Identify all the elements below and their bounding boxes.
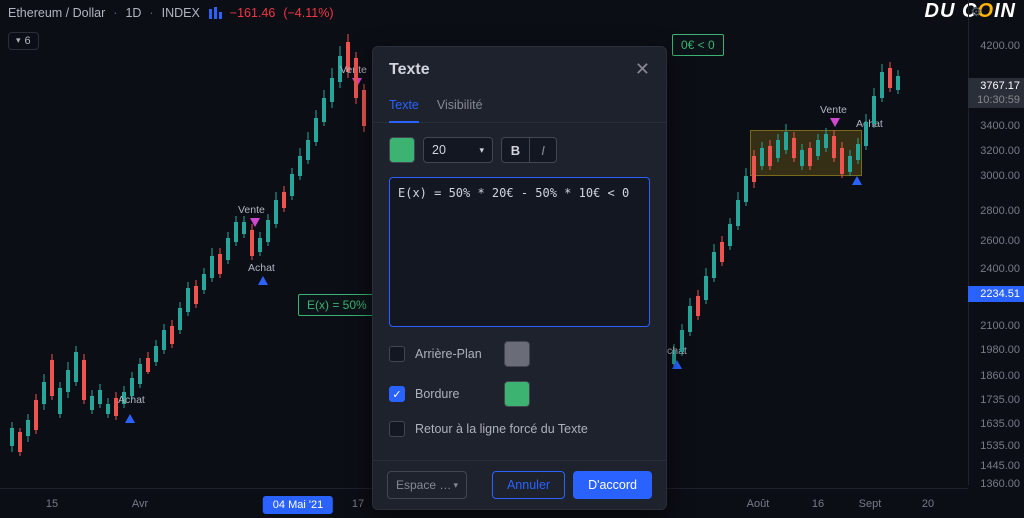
- y-tick: 3400.00: [980, 120, 1020, 132]
- y-tick: 2400.00: [980, 263, 1020, 275]
- y-tick: 1360.00: [980, 478, 1020, 490]
- chevron-down-icon: ▾: [453, 480, 458, 491]
- chevron-down-icon: ▾: [479, 145, 484, 156]
- y-tick: 2800.00: [980, 205, 1020, 217]
- wrap-label: Retour à la ligne forcé du Texte: [415, 422, 588, 436]
- dialog-footer: Espace … ▾ Annuler D'accord: [373, 460, 666, 509]
- tab-visibility[interactable]: Visibilité: [437, 90, 483, 122]
- countdown-label: 10:30:59: [968, 92, 1024, 108]
- buy-arrow-icon: [672, 360, 682, 369]
- dialog-tabs: Texte Visibilité: [373, 86, 666, 123]
- buy-arrow-icon: [258, 276, 268, 285]
- crosshair-price-label: 2234.51: [968, 286, 1024, 302]
- text-drawing-left[interactable]: E(x) = 50%: [298, 294, 376, 316]
- label-achat: Achat: [248, 262, 275, 274]
- x-tick: Août: [747, 498, 770, 510]
- x-tick: 16: [812, 498, 824, 510]
- font-size-select[interactable]: 20 ▾: [423, 137, 493, 163]
- x-tick: 20: [922, 498, 934, 510]
- tab-text[interactable]: Texte: [389, 90, 419, 122]
- template-label: Espace …: [396, 478, 451, 492]
- x-tick: 15: [46, 498, 58, 510]
- y-tick: 1735.00: [980, 394, 1020, 406]
- background-checkbox[interactable]: [389, 346, 405, 362]
- x-tick: Sept: [859, 498, 882, 510]
- text-settings-dialog: Texte ✕ Texte Visibilité 20 ▾ B I: [372, 46, 667, 510]
- text-drawing-top[interactable]: 0€ < 0: [672, 34, 724, 56]
- y-tick: 1980.00: [980, 344, 1020, 356]
- border-color-swatch[interactable]: [504, 381, 530, 407]
- border-label: Bordure: [415, 387, 459, 401]
- wrap-checkbox[interactable]: [389, 421, 405, 437]
- wrap-row: Retour à la ligne forcé du Texte: [389, 421, 650, 437]
- x-tick: Avr: [132, 498, 148, 510]
- price-axis[interactable]: ⚙ 4200.00 3767.17 10:30:59 3400.00 3200.…: [968, 0, 1024, 485]
- buy-arrow-icon: [125, 414, 135, 423]
- chart-window: Ethereum / Dollar · 1D · INDEX −161.46 (…: [0, 0, 1024, 518]
- y-tick: 4200.00: [980, 40, 1020, 52]
- y-tick: 2100.00: [980, 320, 1020, 332]
- font-row: 20 ▾ B I: [389, 137, 650, 163]
- x-tick-highlight: 04 Mai '21: [263, 496, 333, 514]
- y-tick: 1535.00: [980, 440, 1020, 452]
- bold-button[interactable]: B: [501, 137, 529, 163]
- x-tick: 17: [352, 498, 364, 510]
- price-zone[interactable]: [750, 130, 862, 176]
- italic-button[interactable]: I: [529, 137, 557, 163]
- dialog-body: 20 ▾ B I Arrière-Plan Bordure: [373, 123, 666, 451]
- template-select[interactable]: Espace … ▾: [387, 471, 467, 499]
- y-tick: 3200.00: [980, 145, 1020, 157]
- y-tick: 3000.00: [980, 170, 1020, 182]
- font-size-value: 20: [432, 143, 446, 157]
- background-color-swatch[interactable]: [504, 341, 530, 367]
- text-input[interactable]: [389, 177, 650, 327]
- close-icon[interactable]: ✕: [635, 59, 650, 80]
- buy-arrow-icon: [852, 176, 862, 185]
- label-vente: Vente: [238, 204, 265, 216]
- label-vente: Vente: [820, 104, 847, 116]
- axis-settings-icon[interactable]: ⚙: [970, 4, 982, 20]
- text-color-swatch[interactable]: [389, 137, 415, 163]
- background-row: Arrière-Plan: [389, 341, 650, 367]
- dialog-header[interactable]: Texte ✕: [373, 47, 666, 86]
- background-label: Arrière-Plan: [415, 347, 482, 361]
- cancel-button[interactable]: Annuler: [492, 471, 565, 499]
- y-tick: 2600.00: [980, 235, 1020, 247]
- y-tick: 1445.00: [980, 460, 1020, 472]
- border-checkbox[interactable]: [389, 386, 405, 402]
- sell-arrow-icon: [830, 118, 840, 127]
- label-achat: Achat: [856, 118, 883, 130]
- y-tick: 1860.00: [980, 370, 1020, 382]
- ok-button[interactable]: D'accord: [573, 471, 652, 499]
- y-tick: 1635.00: [980, 418, 1020, 430]
- dialog-title: Texte: [389, 61, 430, 79]
- border-row: Bordure: [389, 381, 650, 407]
